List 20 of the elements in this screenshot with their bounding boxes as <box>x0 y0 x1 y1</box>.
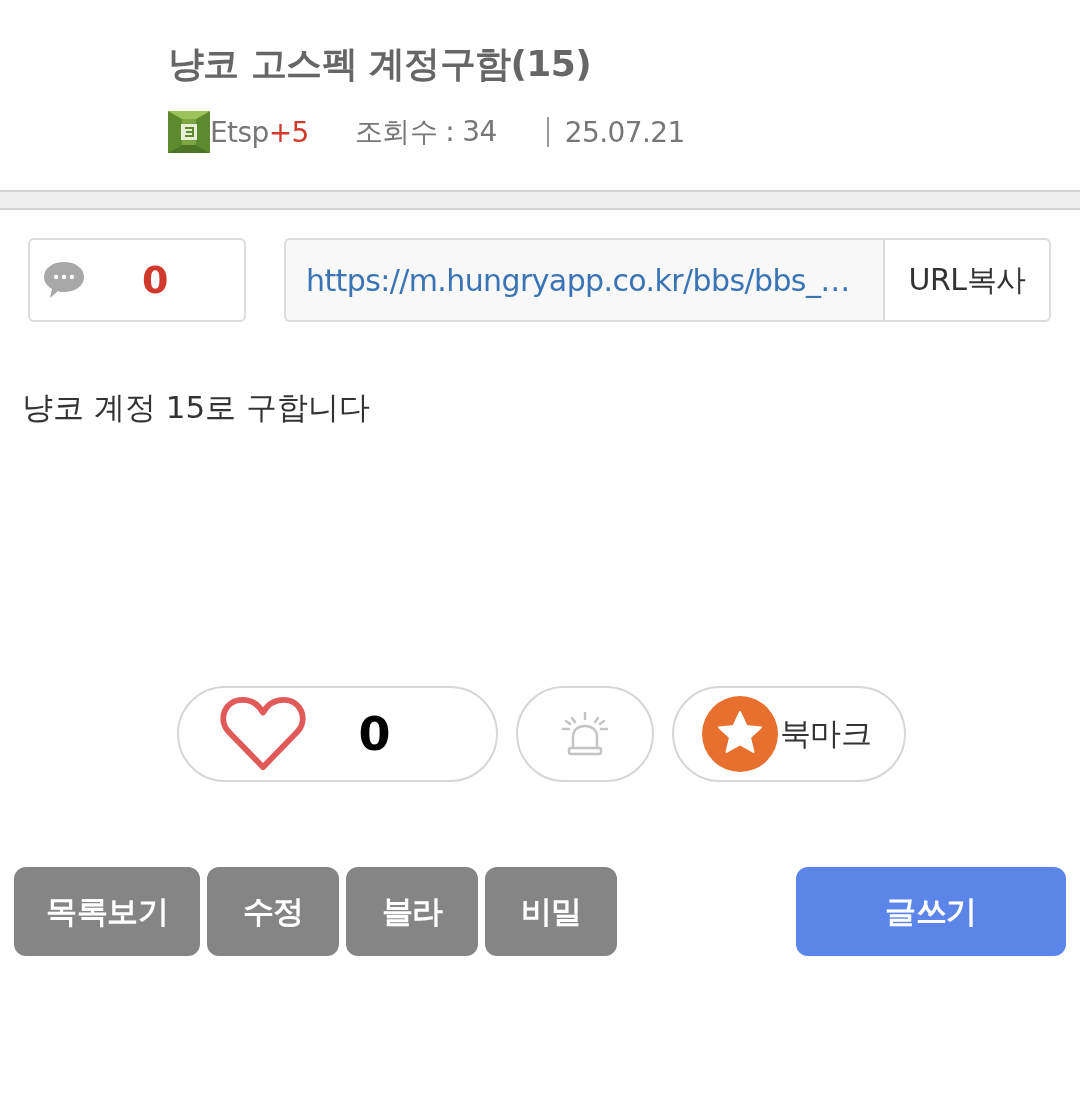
url-field[interactable]: https://m.hungryapp.co.kr/bbs/bbs_… <box>284 238 883 322</box>
comment-count: 0 <box>142 258 169 302</box>
action-button[interactable]: 목록보기 <box>14 867 200 956</box>
post-title: 냥코 고스펙 계정구함(15) <box>168 42 592 86</box>
heart-icon <box>218 695 307 773</box>
like-button[interactable]: 0 <box>176 686 498 782</box>
action-button[interactable]: 수정 <box>207 867 339 956</box>
copy-url-button[interactable]: URL복사 <box>883 238 1051 322</box>
post-date: 25.07.21 <box>564 115 685 149</box>
action-button[interactable]: 블라 <box>346 867 478 956</box>
bookmark-button[interactable]: 북마크 <box>671 686 906 782</box>
siren-icon <box>559 711 610 757</box>
post-body: 냥코 계정 15로 구합니다 <box>22 388 370 427</box>
level-badge-icon <box>168 111 210 153</box>
write-button[interactable]: 글쓰기 <box>796 867 1066 956</box>
view-count: 조회수 : 34 <box>354 114 497 150</box>
speech-bubble-icon <box>42 260 86 300</box>
author-level: +5 <box>268 115 309 149</box>
action-button[interactable]: 비밀 <box>485 867 617 956</box>
author-name[interactable]: Etsp <box>210 115 269 149</box>
